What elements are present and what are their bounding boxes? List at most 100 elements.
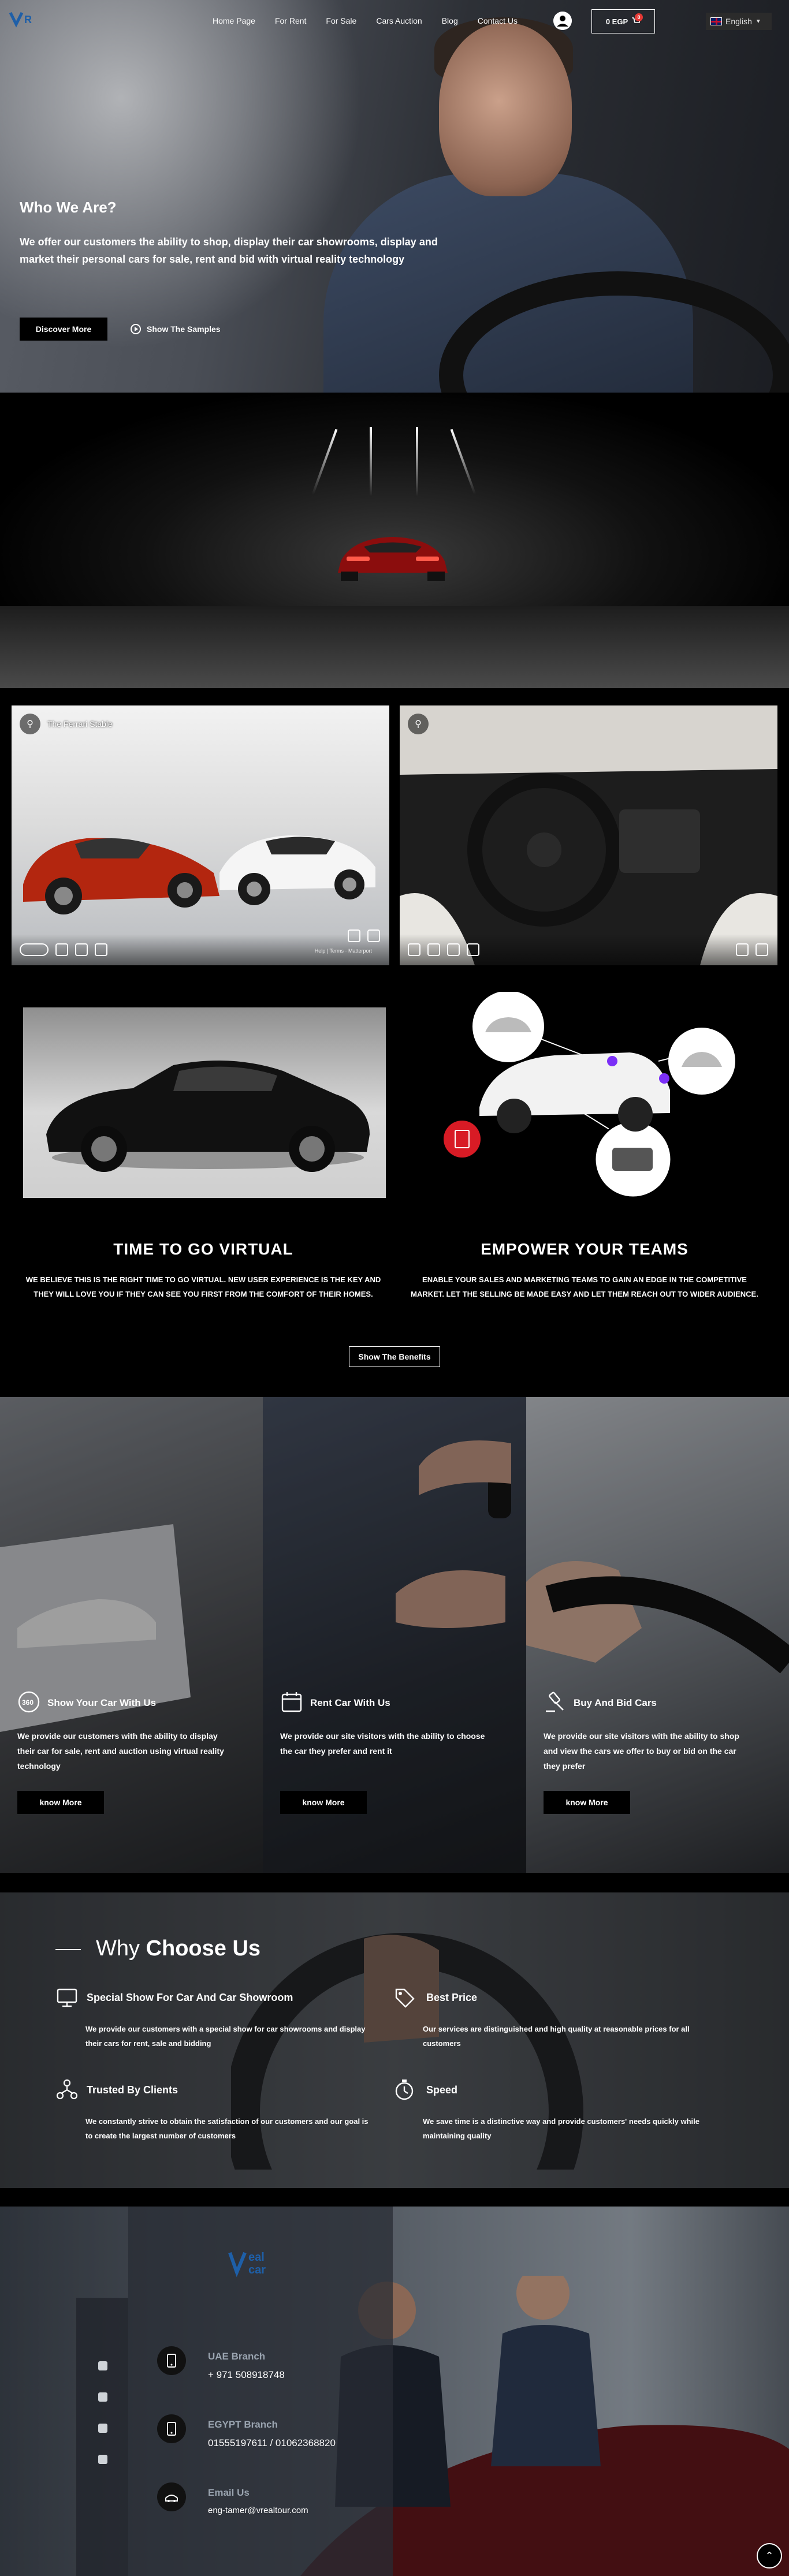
email-icon [157,2482,186,2511]
showcase-video-section [0,393,789,688]
language-select[interactable]: English ▼ [706,13,772,30]
tour-controls [20,943,107,956]
show-samples-button[interactable]: Show The Samples [131,318,221,341]
car-interior-image [400,705,777,965]
service-text: We provide our site visitors with the ab… [280,1731,485,1756]
red-sports-car-image [338,537,448,581]
svg-text:360: 360 [22,1698,34,1707]
main-menu: Home Page For Rent For Sale Cars Auction… [213,16,537,25]
search-icon[interactable]: ⚲ [408,714,429,734]
egypt-branch-label: EGYPT Branch [208,2419,278,2430]
play-icon [131,324,141,334]
youtube-icon[interactable] [98,2424,107,2433]
service-title: Buy And Bid Cars [574,1697,657,1708]
egypt-branch-phone[interactable]: 01555197611 / 01062368820 [208,2437,336,2449]
nav-cars-auction[interactable]: Cars Auction [376,16,422,25]
know-more-button[interactable]: know More [280,1791,367,1814]
vr-icon[interactable] [755,943,768,956]
virtual-title: TIME TO GO VIRTUAL [113,1240,293,1258]
social-links [76,2298,128,2576]
service-text: We provide our customers with the abilit… [17,1731,224,1771]
user-account-icon[interactable] [553,12,572,30]
360-icon: 360 [18,1691,40,1713]
why-item-text: Our services are distinguished and high … [423,2025,690,2048]
nav-contact-us[interactable]: Contact Us [478,16,518,25]
nav-for-rent[interactable]: For Rent [275,16,306,25]
calendar-icon [281,1692,302,1712]
top-navbar: R Home Page For Rent For Sale Cars Aucti… [0,0,789,42]
real-car-logo[interactable]: eal car [228,2247,291,2278]
instagram-icon[interactable] [98,2455,107,2464]
service-card-rent: Rent Car With Us We provide our site vis… [263,1397,526,1873]
share-icon[interactable] [348,929,360,942]
vreal-logo[interactable]: R [8,8,50,29]
trusted-network-icon [56,2079,78,2100]
know-more-button[interactable]: know More [17,1791,104,1814]
search-icon[interactable]: ⚲ [20,714,40,734]
why-item-title: Best Price [426,1992,478,2003]
virtual-tour-lamborghini[interactable]: ⚲ [400,705,777,965]
price-tag-icon [395,1988,415,2008]
measure-icon[interactable] [95,943,107,956]
why-item-text: We save time is a distinctive way and pr… [423,2117,699,2140]
tour-mode-toggle[interactable] [20,943,49,956]
hero-section: Who We Are? We offer our customers the a… [0,0,789,393]
scroll-to-top-button[interactable]: ⌃ [757,2543,782,2568]
chevron-up-icon: ⌃ [765,2549,774,2562]
nav-for-sale[interactable]: For Sale [326,16,356,25]
service-card-show: 360 Show Your Car With Us We provide our… [0,1397,263,1873]
service-title: Rent Car With Us [310,1697,390,1708]
service-text: We provide our site visitors with the ab… [544,1731,739,1771]
linkedin-icon[interactable] [98,2392,107,2402]
teams-title: EMPOWER YOUR TEAMS [481,1240,688,1258]
floorplan-icon[interactable] [75,943,88,956]
nav-home[interactable]: Home Page [213,16,255,25]
why-title: Why Choose Us [96,1936,261,1961]
share-icon[interactable] [736,943,749,956]
contact-section: eal car UAE Branch + 971 508918748 EGYPT… [0,2207,789,2576]
red-ferrari-image [23,838,219,914]
cart-count-badge: 0 [635,13,643,21]
vr-icon[interactable] [367,929,380,942]
discover-more-button[interactable]: Discover More [20,318,107,341]
why-item-text: We provide our customers with a special … [85,2025,366,2048]
speed-clock-icon [395,2080,414,2100]
contact-card: eal car [128,2207,393,2576]
virtual-tour-ferrari[interactable]: ⚲ The Ferrari Stable Help | Terms · Matt… [12,705,389,965]
auction-icon [546,1692,564,1712]
why-item-title: Special Show For Car And Car Showroom [87,1992,293,2003]
nav-blog[interactable]: Blog [442,16,458,25]
show-benefits-button[interactable]: Show The Benefits [349,1346,440,1367]
service-card-buy: Buy And Bid Cars We provide our site vis… [526,1397,789,1873]
tour-controls [408,943,479,956]
uk-flag-icon [710,17,722,25]
email-address[interactable]: eng-tamer@vrealtour.com [208,2506,308,2515]
svg-text:R: R [24,14,32,25]
tour-title: The Ferrari Stable [47,719,113,729]
virtual-text: WE BELIEVE THIS IS THE RIGHT TIME TO GO … [25,1275,381,1298]
facebook-icon[interactable] [98,2361,107,2370]
suv-360-diagram [439,991,751,1205]
phone-icon [157,2346,186,2375]
know-more-button[interactable]: know More [544,1791,630,1814]
svg-text:eal: eal [248,2251,265,2264]
why-item-title: Speed [426,2084,458,2096]
teams-text: ENABLE YOUR SALES AND MARKETING TEAMS TO… [411,1275,758,1298]
black-sedan-image [23,1007,386,1198]
uae-branch-phone[interactable]: + 971 508918748 [208,2369,285,2381]
phone-icon [157,2414,186,2443]
tour-credit: Help | Terms · Matterport [314,948,372,954]
why-item-title: Trusted By Clients [87,2084,178,2096]
cart-button[interactable]: 0 EGP 0 [591,9,655,33]
measure-icon[interactable] [467,943,479,956]
email-label: Email Us [208,2487,250,2498]
service-title: Show Your Car With Us [47,1697,157,1708]
dollhouse-icon[interactable] [427,943,440,956]
hero-title: Who We Are? [20,199,117,216]
showroom-icon [57,1988,77,2007]
dollhouse-icon[interactable] [55,943,68,956]
floorplan-icon[interactable] [447,943,460,956]
walk-icon[interactable] [408,943,420,956]
white-ferrari-image [219,835,375,905]
chevron-down-icon: ▼ [755,18,761,25]
